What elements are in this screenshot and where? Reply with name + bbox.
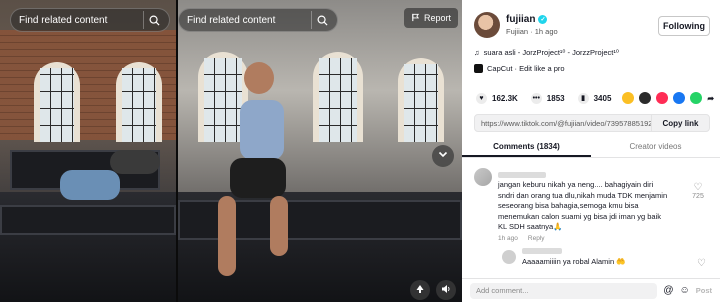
- comment-time: 1h ago: [498, 235, 518, 242]
- like-count: 162.3K: [492, 93, 518, 103]
- comment-count: 1853: [546, 93, 565, 103]
- tiktok-video-page: Find related content Find related conten…: [0, 0, 720, 302]
- reply-button[interactable]: Reply: [528, 235, 545, 242]
- person-figure: [110, 150, 160, 174]
- search-icon[interactable]: [143, 11, 161, 29]
- comment-like-count: 725: [692, 193, 704, 200]
- search-placeholder: Find related content: [19, 14, 108, 26]
- tab-creator-videos[interactable]: Creator videos: [591, 138, 720, 157]
- arch-window: [398, 58, 444, 142]
- person-leg: [218, 196, 236, 276]
- person-shorts: [230, 158, 286, 198]
- commenter-name-blurred: [498, 172, 546, 178]
- video-panel-left[interactable]: [0, 0, 176, 302]
- heart-outline-icon: ♡: [693, 182, 703, 193]
- volume-icon: [441, 281, 451, 299]
- next-video-button[interactable]: [432, 145, 454, 167]
- person-torso: [240, 100, 284, 160]
- post-button[interactable]: Post: [696, 286, 712, 295]
- mention-icon[interactable]: @: [663, 285, 673, 296]
- reply-text: Aaaaamiiiin ya robal Alamin 🤲: [522, 257, 626, 266]
- add-comment-input[interactable]: Add comment...: [470, 282, 658, 299]
- share-send-icon[interactable]: [656, 92, 669, 104]
- capcut-icon: [474, 64, 483, 73]
- person-head: [244, 62, 274, 94]
- verified-badge-icon: ✓: [538, 15, 548, 24]
- following-button[interactable]: Following: [658, 16, 710, 36]
- search-bar-left[interactable]: Find related content: [10, 8, 170, 32]
- stats-row: ♥ 162.3K ••• 1853 ▮ 3405 ➦: [476, 92, 714, 104]
- arch-window: [313, 52, 363, 142]
- author-name[interactable]: fujiian: [506, 14, 535, 25]
- report-label: Report: [424, 13, 452, 23]
- capcut-text: CapCut · Edit like a pro: [487, 64, 565, 73]
- comment-meta: 1h ago Reply: [498, 235, 545, 242]
- share-embed-icon[interactable]: [639, 92, 652, 104]
- save-count: 3405: [593, 93, 612, 103]
- share-repost-icon[interactable]: [622, 92, 635, 104]
- copy-link-button[interactable]: Copy link: [651, 115, 709, 131]
- comment-text: jangan keburu nikah ya neng.... bahagiya…: [498, 180, 668, 231]
- arch-window: [34, 62, 80, 142]
- search-placeholder: Find related content: [187, 14, 276, 26]
- emoji-icon[interactable]: ☺: [680, 285, 690, 296]
- flag-icon: [411, 13, 420, 24]
- link-box: https://www.tiktok.com/@fujiian/video/73…: [474, 114, 710, 132]
- heart-icon[interactable]: ♥: [476, 92, 487, 104]
- person-figure: [60, 170, 120, 200]
- music-text: suara asli - JorzProject¹⁰ - JorzzProjec…: [483, 48, 619, 57]
- author-subtitle: Fujiian · 1h ago: [506, 27, 558, 36]
- chevron-down-icon: [437, 147, 449, 165]
- avatar[interactable]: [474, 12, 500, 38]
- heart-outline-icon[interactable]: ♡: [697, 258, 706, 269]
- tabs: Comments (1834) Creator videos: [462, 138, 720, 158]
- capcut-row[interactable]: CapCut · Edit like a pro: [474, 64, 565, 73]
- add-comment-bar: Add comment... @ ☺ Post: [462, 278, 720, 302]
- side-panel: fujiian ✓ Fujiian · 1h ago Following ♫ s…: [462, 0, 720, 302]
- video-area: Find related content Find related conten…: [0, 0, 462, 302]
- author-info: fujiian ✓ Fujiian · 1h ago: [474, 12, 558, 38]
- mute-button[interactable]: [436, 280, 456, 300]
- replier-avatar[interactable]: [502, 250, 516, 264]
- search-icon[interactable]: [311, 11, 329, 29]
- reformer-machine: [0, 205, 176, 235]
- report-button[interactable]: Report: [404, 8, 459, 28]
- comment-icon[interactable]: •••: [530, 92, 542, 104]
- search-bar-right[interactable]: Find related content: [178, 8, 338, 32]
- person-leg: [270, 196, 288, 256]
- floating-player-button[interactable]: [410, 280, 430, 300]
- share-whatsapp-icon[interactable]: [690, 92, 703, 104]
- floating-player-icon: [415, 281, 425, 299]
- author-name-row: fujiian ✓: [506, 14, 558, 25]
- tab-comments[interactable]: Comments (1834): [462, 138, 591, 157]
- arch-window: [116, 62, 162, 142]
- video-link[interactable]: https://www.tiktok.com/@fujiian/video/73…: [475, 119, 651, 128]
- share-facebook-icon[interactable]: [673, 92, 686, 104]
- music-row[interactable]: ♫ suara asli - JorzProject¹⁰ - JorzzProj…: [474, 48, 619, 57]
- share-more-icon[interactable]: ➦: [707, 94, 714, 103]
- music-note-icon: ♫: [474, 48, 480, 57]
- comment-like[interactable]: ♡ 725: [690, 182, 706, 200]
- commenter-avatar[interactable]: [474, 168, 492, 186]
- bookmark-icon[interactable]: ▮: [577, 92, 589, 104]
- video-panel-right[interactable]: [178, 0, 462, 302]
- replier-name-blurred: [522, 248, 562, 254]
